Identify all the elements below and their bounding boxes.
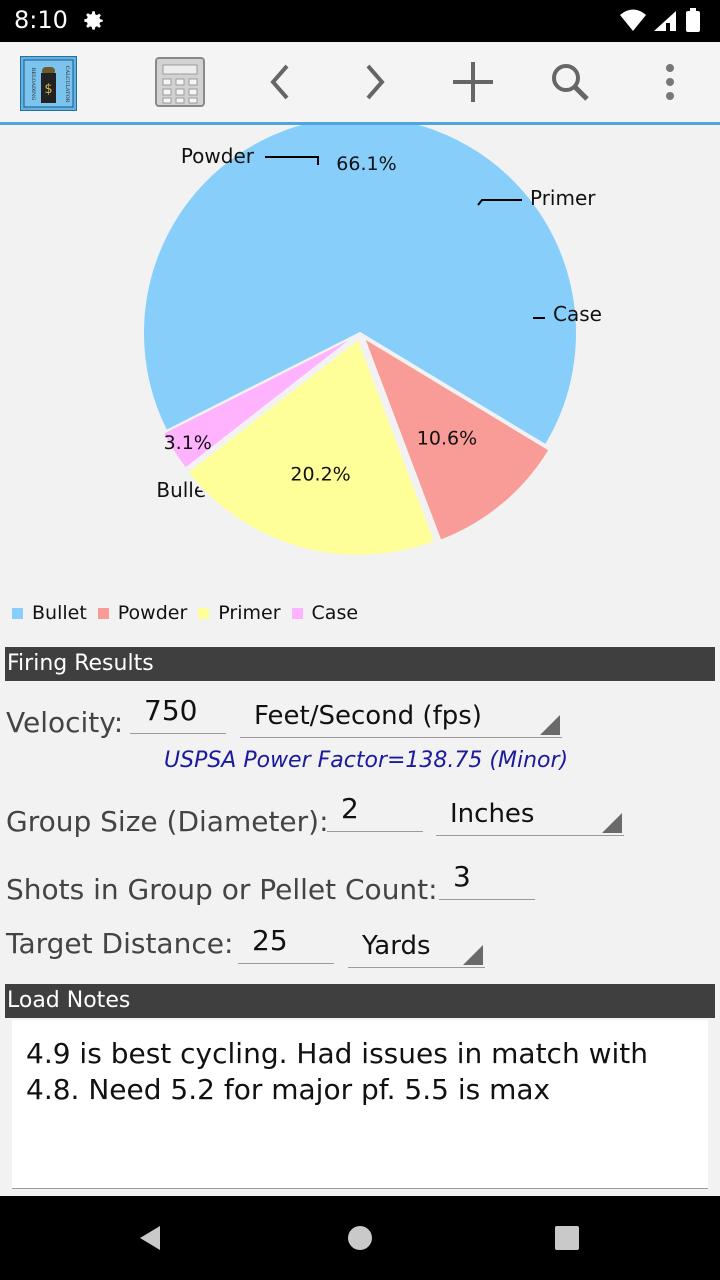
distance-unit-dropdown[interactable]: Yards <box>348 928 485 968</box>
dropdown-arrow-icon <box>463 945 483 965</box>
group-size-unit-value: Inches <box>450 799 535 829</box>
legend-label-case: Case <box>311 602 359 624</box>
group-size-unit-dropdown[interactable]: Inches <box>436 796 624 836</box>
calculator-button[interactable] <box>150 42 210 122</box>
recents-square-icon <box>555 1226 579 1250</box>
settings-gear-icon <box>80 8 106 38</box>
app-logo[interactable]: RELOADING CALCULATOR $ <box>20 56 77 111</box>
load-notes-textarea[interactable]: 4.9 is best cycling. Had issues in match… <box>12 1020 708 1189</box>
pie-percent-powder: 10.6% <box>417 428 477 450</box>
signal-icon <box>654 11 676 31</box>
toolbar: RELOADING CALCULATOR $ <box>0 42 720 125</box>
status-bar: 8:10 <box>0 0 720 42</box>
back-button[interactable] <box>90 1196 210 1280</box>
dropdown-arrow-icon <box>540 715 560 735</box>
legend-label-bullet: Bullet <box>32 602 87 624</box>
logo-dollar: $ <box>44 82 52 97</box>
velocity-unit-value: Feet/Second (fps) <box>254 701 482 731</box>
firing-results-header: Firing Results <box>5 647 715 681</box>
next-button[interactable] <box>345 42 405 122</box>
plus-icon <box>453 62 493 102</box>
group-size-label: Group Size (Diameter): <box>6 805 329 838</box>
pie-label-primer: Primer <box>530 186 596 210</box>
add-button[interactable] <box>443 42 503 122</box>
legend-item-powder: Powder <box>97 602 188 624</box>
group-size-input[interactable]: 2 <box>327 792 423 832</box>
legend-swatch-powder <box>97 607 109 619</box>
distance-unit-value: Yards <box>362 931 431 961</box>
distance-input[interactable]: 25 <box>238 924 334 964</box>
legend-item-primer: Primer <box>198 602 281 624</box>
velocity-label: Velocity: <box>6 706 124 739</box>
chart-legend: Bullet Powder Primer Case <box>12 600 369 626</box>
legend-label-primer: Primer <box>218 602 281 624</box>
battery-icon <box>686 8 700 32</box>
legend-item-bullet: Bullet <box>12 602 87 624</box>
search-button[interactable] <box>540 42 600 122</box>
chevron-left-icon <box>270 64 289 100</box>
pie-label-case: Case <box>553 302 602 326</box>
logo-text-right: CALCULATOR <box>64 66 70 103</box>
pie-chart-svg: 66.1%Bullet10.6%Powder20.2%Primer3.1%Cas… <box>142 115 602 557</box>
status-time: 8:10 <box>14 6 68 34</box>
wifi-icon <box>620 9 646 31</box>
shots-label: Shots in Group or Pellet Count: <box>6 873 438 906</box>
power-factor-text: USPSA Power Factor=138.75 (Minor) <box>164 748 569 773</box>
legend-swatch-primer <box>198 607 210 619</box>
chevron-right-icon <box>366 64 385 100</box>
distance-label: Target Distance: <box>6 927 234 960</box>
recents-button[interactable] <box>507 1196 627 1280</box>
pie-chart: 66.1% Bullet 10.6% Powder 20.2% Primer 3.1% Cas… <box>0 115 720 645</box>
legend-item-case: Case <box>291 602 359 624</box>
search-icon <box>552 64 589 101</box>
load-notes-header: Load Notes <box>5 984 715 1018</box>
calculator-icon <box>155 57 205 107</box>
legend-label-powder: Powder <box>117 602 188 624</box>
load-notes-text: 4.9 is best cycling. Had issues in match… <box>26 1037 648 1106</box>
logo-text-left: RELOADING <box>30 68 36 101</box>
status-icons <box>618 8 708 38</box>
legend-swatch-bullet <box>12 607 23 619</box>
pie-percent-case: 3.1% <box>164 432 212 454</box>
pie-label-powder: Powder <box>181 144 255 168</box>
shots-input[interactable]: 3 <box>439 860 535 900</box>
pie-percent-bullet: 66.1% <box>336 153 396 175</box>
previous-button[interactable] <box>250 42 310 122</box>
velocity-unit-dropdown[interactable]: Feet/Second (fps) <box>240 698 562 738</box>
more-vertical-icon <box>666 64 674 100</box>
pie-percent-primer: 20.2% <box>290 464 350 486</box>
home-circle-icon <box>348 1226 372 1250</box>
legend-swatch-case <box>291 607 303 619</box>
back-triangle-icon <box>140 1226 160 1250</box>
dropdown-arrow-icon <box>602 813 622 833</box>
velocity-input[interactable]: 750 <box>130 694 226 734</box>
navigation-bar <box>0 1196 720 1280</box>
overflow-menu-button[interactable] <box>640 42 700 122</box>
home-button[interactable] <box>300 1196 420 1280</box>
